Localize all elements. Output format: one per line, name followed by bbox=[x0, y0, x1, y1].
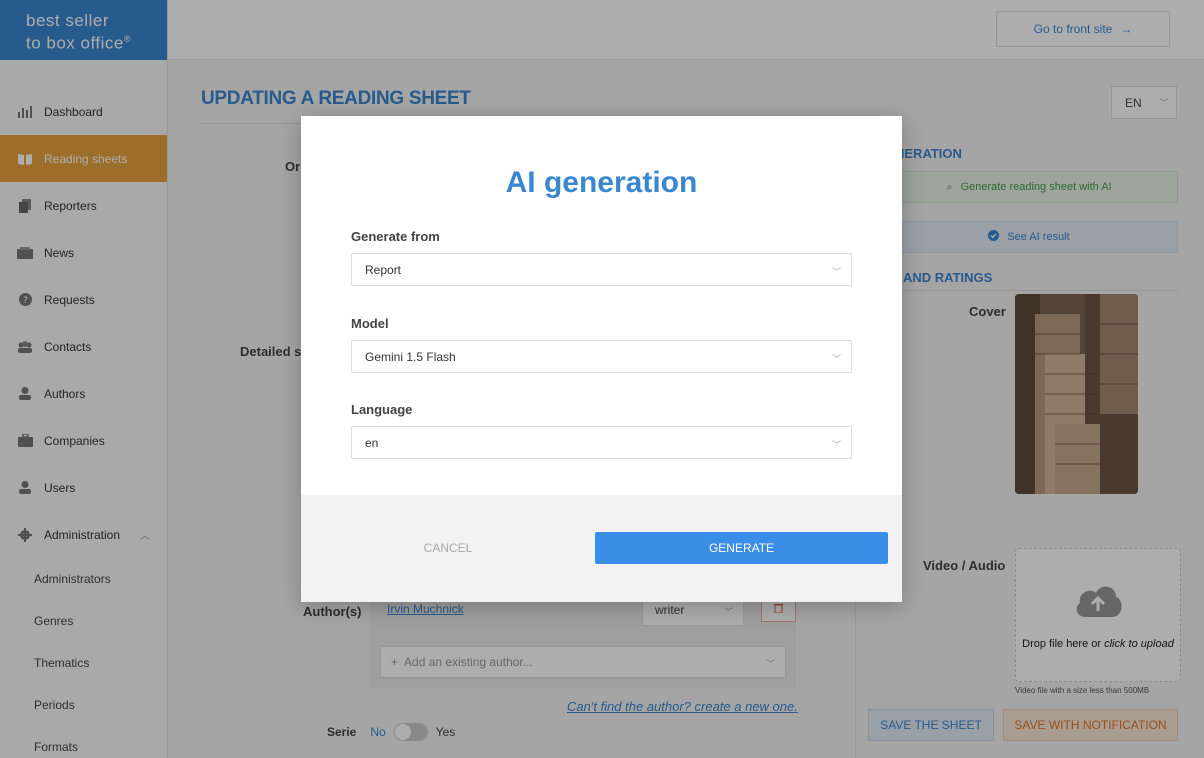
model-value: Gemini 1.5 Flash bbox=[365, 349, 456, 364]
language-field-value: en bbox=[365, 435, 379, 450]
generate-from-label: Generate from bbox=[351, 229, 440, 244]
language-field-select[interactable]: en ﹀ bbox=[351, 426, 852, 459]
chevron-down-icon: ﹀ bbox=[831, 354, 841, 364]
generate-from-value: Report bbox=[365, 262, 402, 277]
chevron-down-icon: ﹀ bbox=[831, 440, 841, 450]
language-label: Language bbox=[351, 402, 413, 417]
model-label: Model bbox=[351, 316, 389, 331]
modal-title: AI generation bbox=[505, 166, 698, 199]
generate-button[interactable]: GENERATE bbox=[595, 532, 888, 564]
chevron-down-icon: ﹀ bbox=[831, 267, 841, 277]
cancel-button[interactable]: CANCEL bbox=[381, 532, 515, 564]
model-select[interactable]: Gemini 1.5 Flash ﹀ bbox=[351, 340, 852, 373]
ai-generation-modal: AI generation Generate from Report ﹀ Mod… bbox=[301, 116, 902, 602]
modal-footer: CANCEL GENERATE bbox=[301, 495, 902, 602]
app-root: best seller to box office® Dashboard Rea… bbox=[0, 0, 1204, 758]
generate-from-select[interactable]: Report ﹀ bbox=[351, 253, 852, 286]
